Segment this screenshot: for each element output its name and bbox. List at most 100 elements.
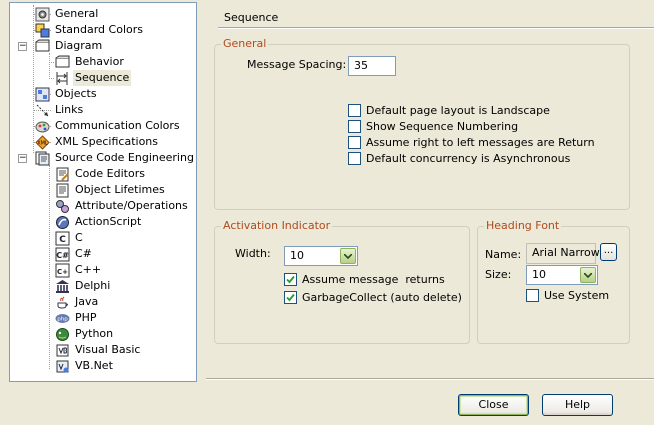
cpp-icon: C+ <box>54 262 70 278</box>
tree-line <box>49 53 50 79</box>
php-icon: php <box>54 310 70 326</box>
tree-item-label: Java <box>75 295 99 308</box>
object-lifetimes-icon <box>54 182 70 198</box>
chevron-down-icon[interactable] <box>340 248 356 264</box>
tree-item-label: C <box>75 231 83 244</box>
svg-text:C#: C# <box>56 251 69 260</box>
tree-item-label: Attribute/Operations <box>75 199 188 212</box>
source-code-icon <box>34 150 50 166</box>
code-editors-icon <box>54 166 70 182</box>
tree-item-label: Delphi <box>75 279 111 292</box>
assume-returns-label: Assume message returns <box>302 272 445 286</box>
title-divider <box>218 27 654 29</box>
tree-item-label: C# <box>75 247 92 260</box>
async-concurrency-checkbox[interactable] <box>348 151 361 165</box>
svg-text:C: C <box>59 235 66 245</box>
bottom-divider <box>206 378 654 380</box>
general-icon <box>34 6 50 22</box>
right-to-left-return-option[interactable]: Assume right to left messages are Return <box>348 135 595 149</box>
tree-item-label: VB.Net <box>75 359 113 372</box>
landscape-checkbox[interactable] <box>348 103 361 117</box>
close-button[interactable]: Close <box>458 394 529 416</box>
tree-item-label: Object Lifetimes <box>75 183 165 196</box>
tree-item-label: Source Code Engineering <box>55 151 194 164</box>
c-icon: C <box>54 230 70 246</box>
csharp-icon: C# <box>54 246 70 262</box>
behavior-icon <box>54 54 70 70</box>
right-to-left-return-checkbox[interactable] <box>348 135 361 149</box>
width-label: Width: <box>235 247 271 260</box>
options-tree[interactable]: − − General Standard Colors Diagram Beha… <box>9 2 197 382</box>
message-spacing-label: Message Spacing: <box>247 58 347 71</box>
tree-item-label: Objects <box>55 87 97 100</box>
tree-line <box>49 165 50 369</box>
garbage-collect-label: GarbageCollect (auto delete) <box>302 290 462 304</box>
svg-text:php: php <box>57 316 68 322</box>
font-size-select[interactable]: 10 <box>526 265 598 285</box>
landscape-option[interactable]: Default page layout is Landscape <box>348 103 550 117</box>
sequence-icon <box>54 70 70 86</box>
communication-colors-icon <box>34 118 50 134</box>
attribute-operations-icon <box>54 198 70 214</box>
tree-item-label: Python <box>75 327 114 340</box>
tree-item-label: Links <box>55 103 84 116</box>
check-icon <box>286 293 295 301</box>
tree-item-label: General <box>55 7 99 20</box>
general-group-title: General <box>221 37 269 50</box>
async-concurrency-label: Default concurrency is Asynchronous <box>366 151 571 165</box>
use-system-checkbox[interactable] <box>526 288 539 302</box>
help-button[interactable]: Help <box>542 394 613 416</box>
font-name-label: Name: <box>485 248 522 261</box>
sequence-numbering-checkbox[interactable] <box>348 119 361 133</box>
tree-item-label: Code Editors <box>75 167 145 180</box>
tree-item-label: Communication Colors <box>55 119 180 132</box>
tree-item-label: ActionScript <box>75 215 142 228</box>
standard-colors-icon <box>34 22 50 38</box>
garbage-collect-option[interactable]: GarbageCollect (auto delete) <box>284 290 462 304</box>
chevron-down-icon[interactable] <box>580 267 596 283</box>
width-select-value: 10 <box>290 249 304 262</box>
delphi-icon <box>54 278 70 294</box>
tree-item-label: Standard Colors <box>55 23 143 36</box>
font-size-value: 10 <box>532 268 546 281</box>
svg-text:XML: XML <box>37 140 48 146</box>
async-concurrency-option[interactable]: Default concurrency is Asynchronous <box>348 151 570 165</box>
width-select[interactable]: 10 <box>284 246 358 266</box>
activation-group-title: Activation Indicator <box>221 219 333 232</box>
browse-font-button[interactable]: ... <box>600 243 617 261</box>
python-icon <box>54 326 70 342</box>
links-icon <box>34 102 50 118</box>
visual-basic-icon <box>54 342 70 358</box>
actionscript-icon <box>54 214 70 230</box>
diagram-icon <box>34 38 50 54</box>
svg-text:C+: C+ <box>56 268 67 276</box>
font-size-label: Size: <box>485 268 512 281</box>
source-code-expander[interactable]: − <box>18 154 27 163</box>
landscape-label: Default page layout is Landscape <box>366 103 550 117</box>
font-name-input[interactable]: Arial Narrow <box>526 243 600 264</box>
garbage-collect-checkbox[interactable] <box>284 290 297 304</box>
check-icon <box>286 275 295 283</box>
sequence-numbering-label: Show Sequence Numbering <box>366 119 519 133</box>
java-icon <box>54 294 70 310</box>
right-to-left-return-label: Assume right to left messages are Return <box>366 135 595 149</box>
tree-item-label: PHP <box>75 311 97 324</box>
use-system-option[interactable]: Use System <box>526 288 609 302</box>
objects-icon <box>34 86 50 102</box>
assume-returns-option[interactable]: Assume message returns <box>284 272 445 286</box>
xml-icon: XML <box>34 134 50 150</box>
diagram-expander[interactable]: − <box>18 42 27 51</box>
tree-item-label: Sequence <box>73 70 132 86</box>
use-system-label: Use System <box>544 288 610 302</box>
tree-item-label: XML Specifications <box>55 135 159 148</box>
tree-item-label: Visual Basic <box>75 343 141 356</box>
tree-item-label: C++ <box>75 263 102 276</box>
heading-font-group-title: Heading Font <box>484 219 562 232</box>
assume-returns-checkbox[interactable] <box>284 272 297 286</box>
page-title: Sequence <box>224 11 279 24</box>
message-spacing-input[interactable]: 35 <box>348 56 396 76</box>
tree-item-label: Behavior <box>75 55 124 68</box>
vbnet-icon <box>54 358 70 374</box>
sequence-numbering-option[interactable]: Show Sequence Numbering <box>348 119 518 133</box>
tree-item-label: Diagram <box>55 39 103 52</box>
